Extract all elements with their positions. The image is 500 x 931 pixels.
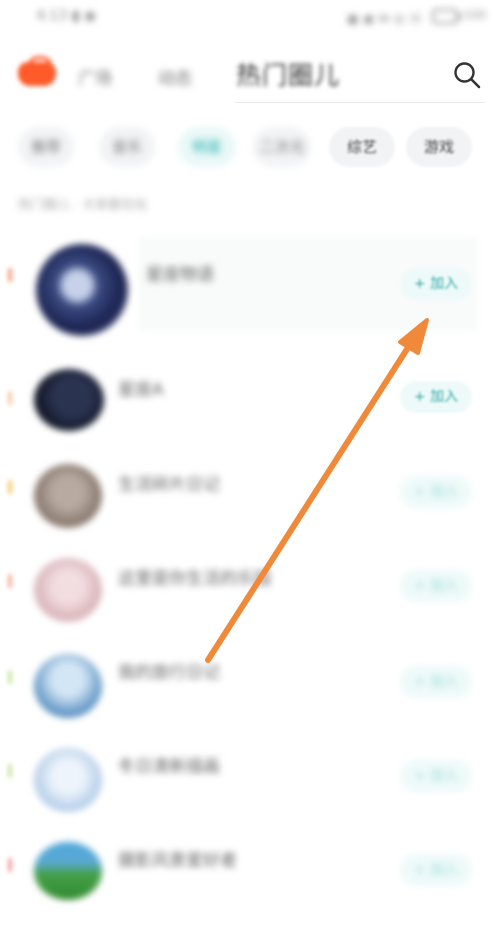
annotation-arrow-icon xyxy=(205,318,429,663)
